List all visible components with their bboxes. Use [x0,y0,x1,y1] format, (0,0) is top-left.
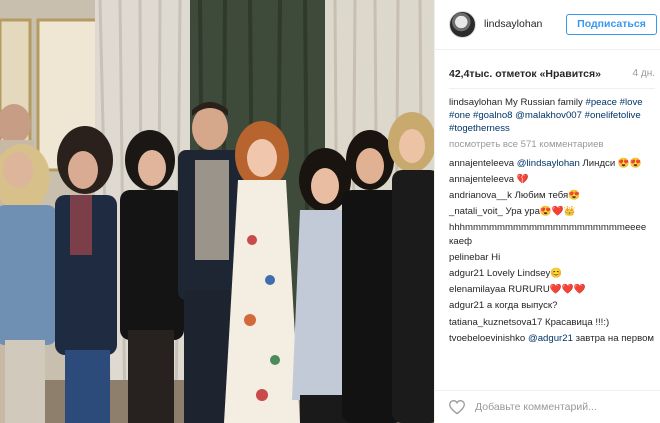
comment-text: Любим тебя😍 [511,190,581,202]
comment-text: Красавица !!!:) [542,316,610,328]
comment: pelinebar Hi [449,251,655,264]
group-photo-illustration [0,0,434,423]
caption-author[interactable]: lindsaylohan [449,97,502,108]
comment-text: Линдси 😍😍 [579,157,642,169]
comment-username[interactable]: andrianova__k [449,190,512,201]
mention-link[interactable]: @lindsaylohan [517,158,580,169]
add-comment-input[interactable] [475,399,651,415]
caption: lindsaylohan My Russian family #peace #l… [449,96,655,136]
comment-username[interactable]: adgur21 [449,268,484,279]
comment-text: Lovely Lindsey😊 [484,268,563,280]
hashtag-link[interactable]: #one [449,110,470,121]
comment-username[interactable]: tvoebeloevinishko [449,333,525,344]
author-username[interactable]: lindsaylohan [484,18,542,30]
comment-username[interactable]: _natali_voit_ [449,206,503,217]
view-all-comments-link[interactable]: посмотреть все 571 комментариев [449,138,655,151]
comment: adgur21 Lovely Lindsey😊 [449,267,655,280]
post-header: lindsaylohan Подписаться [435,0,660,50]
caption-text: My Russian family [502,97,586,108]
comment-text: RURURU❤️❤️❤️ [505,284,586,296]
comment-text: завтра на первом [572,332,655,344]
comment: elenamilayaa RURURU❤️❤️❤️ [449,283,655,296]
divider [449,88,655,89]
follow-button[interactable]: Подписаться [566,14,657,35]
comment: tatiana_kuznetsova17 Красавица !!!:) [449,316,655,329]
avatar[interactable] [449,11,476,38]
likes-count[interactable]: 42,4тыс. отметок «Нравится» [449,68,601,80]
comment: _natali_voit_ Ура ура😍❤️👑 [449,205,655,218]
hashtag-link[interactable]: #peace [586,97,617,108]
hashtag-link[interactable]: #love [620,97,643,108]
comment: annajenteleeva 💔 [449,173,655,186]
likes-row: 42,4тыс. отметок «Нравится» 4 дн. [449,68,655,82]
mention-link[interactable]: @malakhov007 [515,110,582,121]
comment: hhhmmmmmmmmmmmmmmmmmmmmeeee каеф [449,221,655,247]
hashtag-link[interactable]: #onelifetolive [585,110,641,121]
comment: annajenteleeva @lindsaylohan Линдси 😍😍 [449,157,655,170]
add-comment-row [435,390,660,423]
comment-text: Ура ура😍❤️👑 [502,206,576,218]
comment-text: каеф [449,235,472,247]
hashtag-link[interactable]: #goalno8 [473,110,512,121]
comment-username[interactable]: annajenteleeva [449,174,514,185]
comment-username[interactable]: pelinebar [449,252,488,263]
comments-list: lindsaylohan My Russian family #peace #l… [449,96,655,348]
post-side-panel: lindsaylohan Подписаться 42,4тыс. отмето… [434,0,660,423]
comment-username[interactable]: tatiana_kuznetsova17 [449,317,542,328]
heart-outline-icon[interactable] [448,399,466,415]
comment: andrianova__k Любим тебя😍 [449,189,655,202]
post-time[interactable]: 4 дн. [633,68,655,79]
comment-username[interactable]: elenamilayaa [449,284,506,295]
comment-text: 💔 [514,173,529,185]
comment-username[interactable]: adgur21 [449,300,484,311]
mention-link[interactable]: @adgur21 [528,333,573,344]
comment-text: а когда выпуск? [484,300,558,312]
comment-username[interactable]: hhhmmmmmmmmmmmmmmmmmmmmeeee [449,222,646,233]
comment-text: Hi [488,251,501,263]
hashtag-link[interactable]: #togetherness [449,123,510,134]
comment: adgur21 а когда выпуск? [449,299,655,312]
comment: tvoebeloevinishko @adgur21 завтра на пер… [449,332,655,345]
post-photo[interactable] [0,0,434,423]
instagram-post: lindsaylohan Подписаться 42,4тыс. отмето… [0,0,660,423]
comment-username[interactable]: annajenteleeva [449,158,514,169]
